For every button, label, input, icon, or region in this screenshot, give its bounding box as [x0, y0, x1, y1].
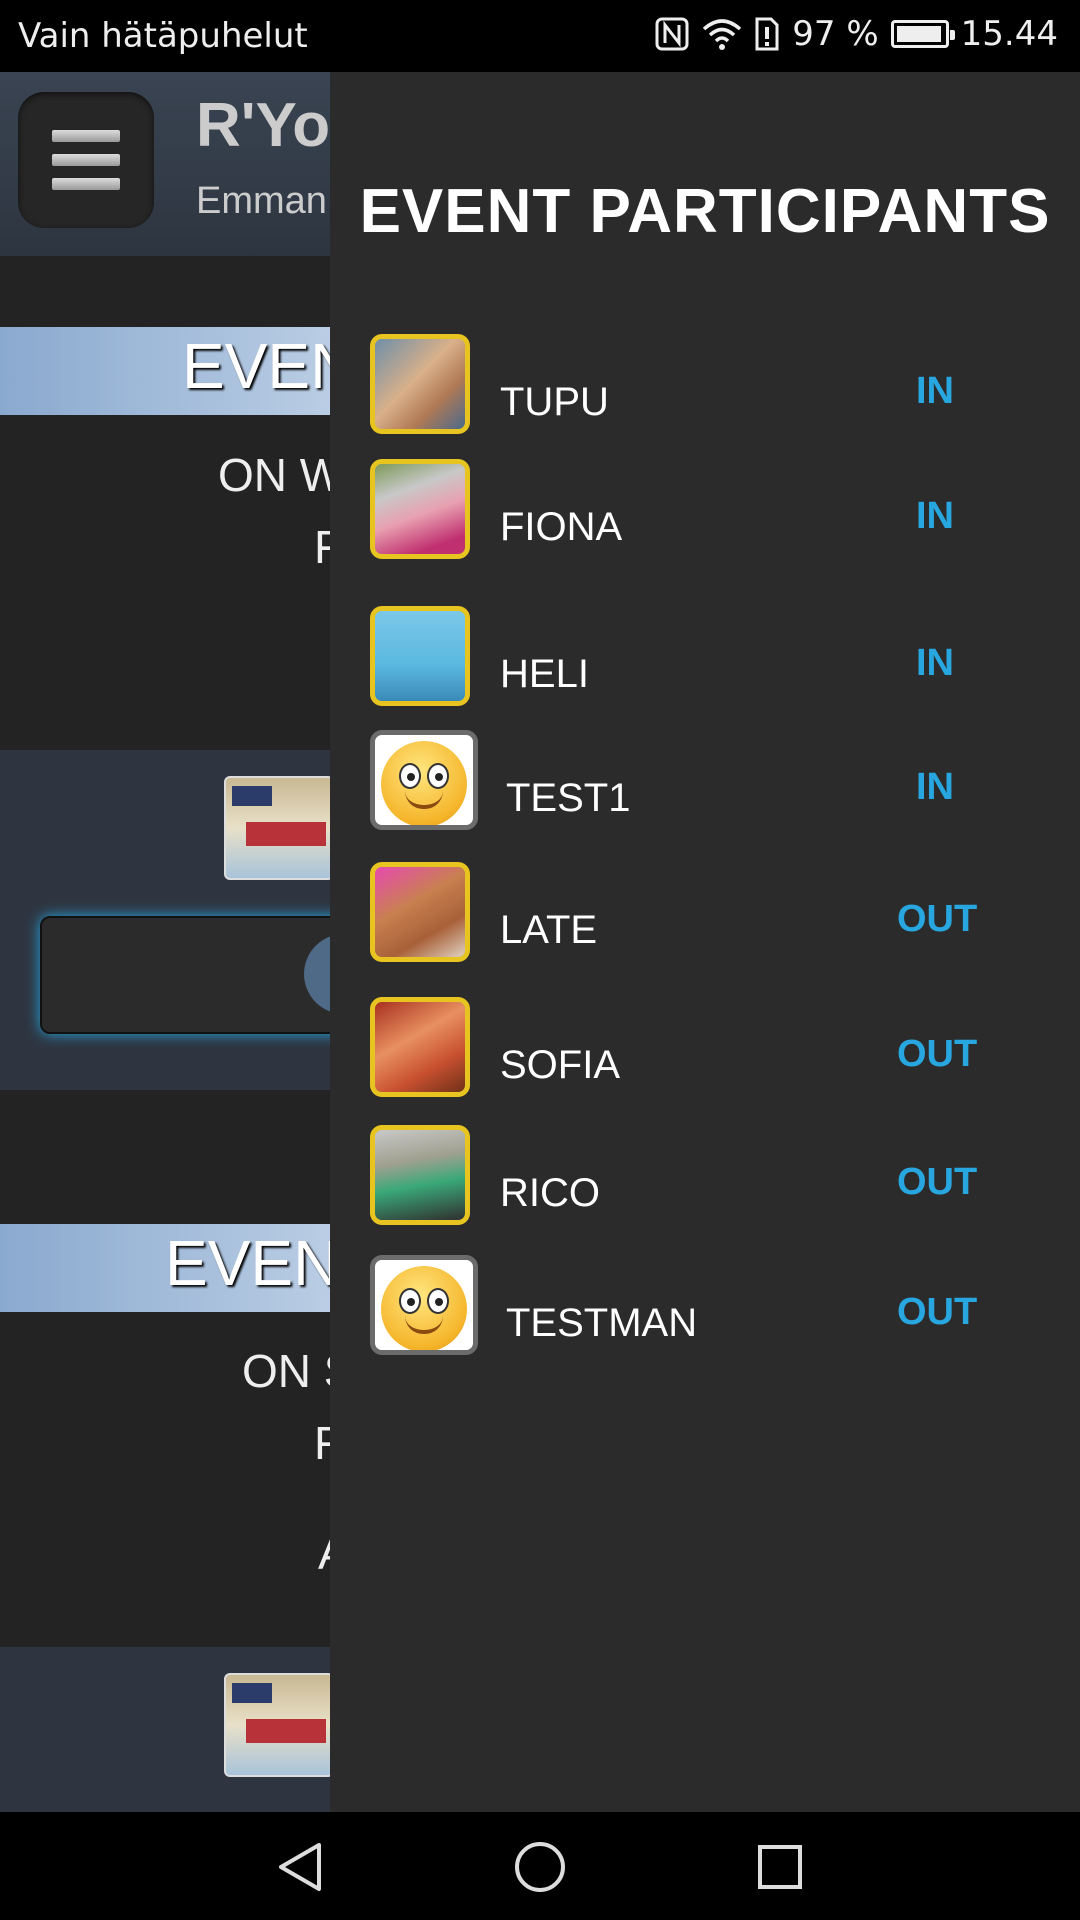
hamburger-icon-bar [52, 178, 120, 190]
menu-button[interactable] [18, 92, 154, 228]
status-icons: 97 % 15.44 [654, 14, 1058, 54]
participant-status: IN [916, 370, 954, 412]
back-icon[interactable] [265, 1832, 335, 1902]
hamburger-icon-bar [52, 130, 120, 142]
participant-name: HELI [500, 652, 589, 696]
participant-row[interactable]: SOFIA OUT [330, 997, 1080, 1107]
avatar [370, 997, 470, 1097]
status-bar: Vain hätäpuhelut 97 % 15.44 [0, 0, 1080, 72]
participant-name: LATE [500, 908, 598, 952]
avatar [370, 459, 470, 559]
navigation-bar [0, 1812, 1080, 1920]
participant-status: IN [916, 642, 954, 684]
recents-icon[interactable] [745, 1832, 815, 1902]
participant-row[interactable]: LATE OUT [330, 862, 1080, 972]
participant-row[interactable]: HELI IN [330, 606, 1080, 716]
app-subtitle: Emman [196, 180, 327, 222]
participant-status: IN [916, 495, 954, 537]
avatar [370, 334, 470, 434]
participant-row[interactable]: FIONA IN [330, 459, 1080, 569]
participant-row[interactable]: TESTMAN OUT [330, 1255, 1080, 1365]
avatar [370, 606, 470, 706]
avatar [370, 1125, 470, 1225]
avatar [370, 862, 470, 962]
battery-icon [890, 20, 955, 48]
participant-name: RICO [500, 1171, 600, 1215]
participant-name: FIONA [500, 505, 623, 549]
participant-row[interactable]: RICO OUT [330, 1125, 1080, 1235]
participant-status: OUT [897, 1291, 978, 1333]
participant-status: OUT [897, 1161, 978, 1203]
home-icon[interactable] [505, 1832, 575, 1902]
event-image [224, 1673, 334, 1777]
participant-row[interactable]: TUPU IN [330, 334, 1080, 444]
participant-name: TESTMAN [506, 1301, 698, 1345]
screen: Vain hätäpuhelut 97 % 15.44 R'You Emman … [0, 0, 1080, 1920]
sim-alert-icon [754, 16, 780, 52]
participant-status: IN [916, 766, 954, 808]
participant-row[interactable]: TEST1 IN [330, 730, 1080, 840]
nfc-icon [654, 16, 690, 52]
participants-drawer: EVENT PARTICIPANTS TUPU IN FIONA IN HELI IN TE… [330, 72, 1080, 1812]
smiley-avatar-icon [370, 1255, 478, 1355]
participant-status: OUT [897, 898, 978, 940]
hamburger-icon-bar [52, 154, 120, 166]
carrier-text: Vain hätäpuhelut [18, 16, 308, 56]
battery-level [896, 26, 942, 42]
participant-name: TUPU [500, 380, 609, 424]
participant-status: OUT [897, 1033, 978, 1075]
event-image [224, 776, 334, 880]
smiley-avatar-icon [370, 730, 478, 830]
participant-name: SOFIA [500, 1043, 621, 1087]
wifi-icon [702, 17, 742, 51]
battery-percent: 97 % [792, 14, 879, 54]
event-band-title: EVEN [165, 1227, 340, 1299]
clock: 15.44 [960, 14, 1058, 54]
participant-name: TEST1 [506, 776, 631, 820]
drawer-title: EVENT PARTICIPANTS [359, 177, 1051, 246]
event-date-text: ON W [218, 449, 344, 501]
